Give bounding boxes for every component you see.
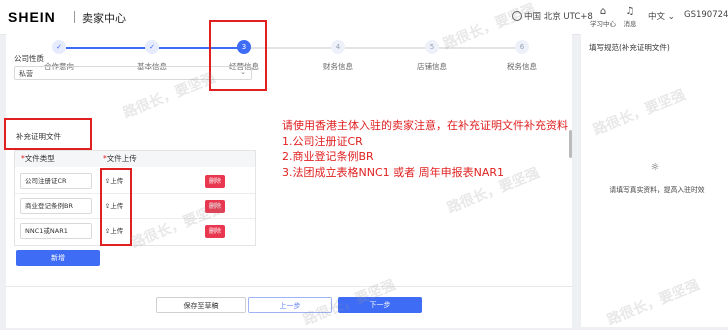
step-4-label: 财务信息 [323,62,353,71]
lightbulb-icon: ☼ [650,162,660,173]
guidance-hint: 请填写真实资料，提高入驻时效 [609,186,705,194]
company-nature-label: 公司性质 [14,54,44,63]
annotation-line: 2.商业登记条例BR [282,150,374,163]
file-type-input[interactable]: 公司注册证CR [20,173,92,189]
scrollbar[interactable] [569,130,572,158]
learning-center-label: 学习中心 [590,20,616,28]
annotation-box-step [209,20,267,91]
delete-button[interactable]: 删除 [205,225,225,238]
shein-logo[interactable]: SHEIN [8,9,56,25]
step-2-check-icon: ✓ [145,40,159,54]
save-draft-button[interactable]: 保存至草稿 [156,297,246,313]
user-account-id[interactable]: GS1907245 [684,10,728,20]
annotation-line: 1.公司注册证CR [282,134,363,148]
logo-divider [74,11,75,23]
company-nature-value: 私营 [19,70,33,78]
file-type-header: *文件类型 [21,151,55,167]
annotation-line: 请使用香港主体入驻的卖家注意，在补充证明文件补充资料 [282,119,568,132]
delete-button[interactable]: 删除 [205,175,225,188]
add-row-button[interactable]: 新增 [16,250,100,266]
file-upload-header: *文件上传 [103,151,137,167]
guidance-panel: 填写规范(补充证明文件) ☼ 请填写真实资料，提高入驻时效 [580,34,728,327]
file-type-input[interactable]: NNC1或NAR1 [20,223,92,239]
step-connector [66,47,152,49]
chevron-down-icon: ⌄ [667,12,675,22]
language-label: 中文 [648,12,666,22]
step-4-indicator: 4 [331,40,345,54]
guidance-title: 填写规范(补充证明文件) [589,43,670,52]
row-divider [15,193,255,194]
bell-icon: ♫ [625,6,635,17]
step-1-check-icon: ✓ [52,40,66,54]
annotation-box-supplement [4,118,92,150]
app-title: 卖家中心 [82,12,126,25]
learning-center-button[interactable]: ⌂ 学习中心 [590,6,616,28]
graduation-cap-icon: ⌂ [599,6,607,17]
language-selector[interactable]: 中文 ⌄ [648,10,675,22]
file-type-input[interactable]: 商业登记条例BR [20,198,92,214]
step-6-indicator: 6 [515,40,529,54]
step-5-indicator: 5 [425,40,439,54]
footer-actions: 保存至草稿 上一步 下一步 [6,286,572,328]
top-bar: SHEIN 卖家中心 中国 北京 UTC+8 ⌂ 学习中心 ♫ 消息 中文 ⌄ … [0,0,728,35]
notifications-label: 消息 [623,20,637,28]
notifications-button[interactable]: ♫ 消息 [617,6,643,28]
step-6-label: 税务信息 [507,62,537,71]
step-connector [345,47,429,49]
step-5-label: 店铺信息 [417,62,447,71]
